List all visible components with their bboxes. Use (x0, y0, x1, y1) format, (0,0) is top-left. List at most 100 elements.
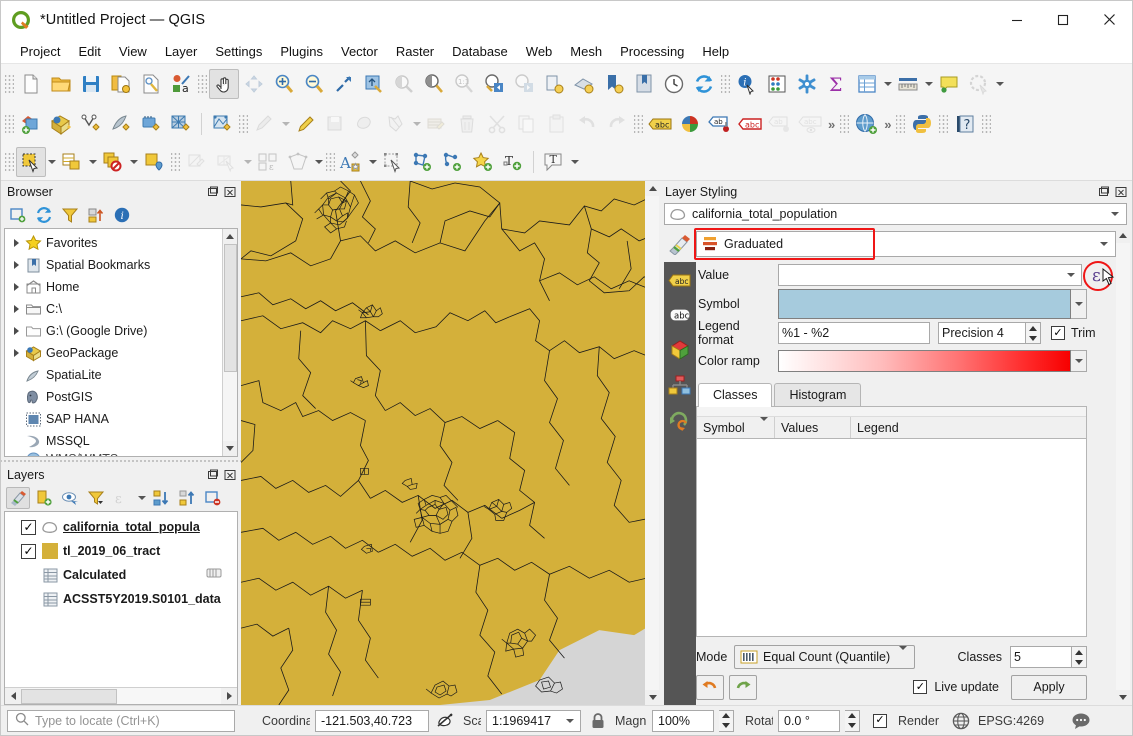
select-features-icon[interactable] (16, 147, 46, 177)
precision-up[interactable] (1026, 323, 1040, 333)
menu-database[interactable]: Database (443, 42, 517, 61)
show-bookmarks-icon[interactable] (599, 69, 629, 99)
layer-visibility-checkbox[interactable]: ✓ (21, 544, 36, 559)
save-layer-edits-icon[interactable] (321, 109, 351, 139)
zoom-in-icon[interactable] (269, 69, 299, 99)
menu-plugins[interactable]: Plugins (271, 42, 332, 61)
layers-tree[interactable]: ✓ california_total_popula ✓ tl_2019_06 (4, 511, 238, 705)
mesh-digitize-icon[interactable] (182, 147, 212, 177)
scroll-track[interactable] (21, 688, 221, 705)
menu-project[interactable]: Project (11, 42, 69, 61)
new-project-icon[interactable] (16, 69, 46, 99)
toolbar-handle-7[interactable] (840, 113, 849, 135)
style-manager-icon[interactable]: a (166, 69, 196, 99)
add-feature-icon[interactable] (351, 109, 381, 139)
expand-arrow-icon[interactable] (9, 327, 23, 335)
deselect-features-icon[interactable] (98, 147, 128, 177)
classes-table-body[interactable] (697, 439, 1086, 636)
browser-item-mssql[interactable]: MSSQL (5, 430, 222, 452)
highlight-labels-icon[interactable]: abc (735, 109, 765, 139)
measure-line-icon[interactable] (893, 69, 923, 99)
options-icon[interactable] (792, 69, 822, 99)
copy-features-icon[interactable] (512, 109, 542, 139)
layers-close-icon[interactable] (223, 468, 237, 482)
scale-combo[interactable]: 1:1969417 (486, 710, 581, 732)
value-field[interactable] (778, 264, 1082, 286)
styling-scroll-up[interactable] (1116, 228, 1130, 243)
redo-button[interactable] (729, 675, 757, 700)
list-item[interactable]: ACSST5Y2019.S0101_data (5, 587, 237, 611)
close-button[interactable] (1086, 1, 1132, 39)
mode-combo[interactable]: Equal Count (Quantile) (734, 645, 915, 669)
minimize-button[interactable] (994, 1, 1040, 39)
layers-float-icon[interactable] (206, 468, 220, 482)
toolbar-handle-5[interactable] (239, 113, 248, 135)
browser-item-home[interactable]: Home (5, 276, 222, 298)
magnifier-down[interactable] (719, 721, 733, 731)
show-pinned-labels-icon[interactable]: ab (705, 109, 735, 139)
zoom-actual-size-icon[interactable]: 1:1 (449, 69, 479, 99)
list-item[interactable]: ✓ tl_2019_06_tract (5, 539, 237, 563)
current-edits-icon[interactable] (250, 109, 280, 139)
select-by-expression-dropdown[interactable] (87, 147, 98, 177)
open-project-icon[interactable] (46, 69, 76, 99)
pan-to-selection-icon[interactable] (239, 69, 269, 99)
classes-up[interactable] (1072, 647, 1086, 657)
add-text-annotation-icon[interactable]: T (498, 147, 528, 177)
redo-icon[interactable] (602, 109, 632, 139)
layer-selector-combo[interactable]: california_total_population (664, 203, 1127, 225)
show-unplaced-labels-icon[interactable]: ab (765, 109, 795, 139)
filter-browser-icon[interactable] (58, 204, 82, 226)
save-project-as-icon[interactable] (106, 69, 136, 99)
menu-view[interactable]: View (110, 42, 156, 61)
scroll-up-arrow[interactable] (223, 229, 238, 244)
python-console-icon[interactable] (907, 109, 937, 139)
label-icon[interactable]: abc (645, 109, 675, 139)
menu-processing[interactable]: Processing (611, 42, 693, 61)
styling-scroll-track[interactable] (1116, 243, 1130, 690)
expand-all-icon[interactable] (149, 487, 173, 509)
delete-selected-icon[interactable] (452, 109, 482, 139)
browser-item-spatialite[interactable]: SpatiaLite (5, 364, 222, 386)
scroll-right-arrow[interactable] (221, 688, 237, 705)
menu-mesh[interactable]: Mesh (561, 42, 611, 61)
diagram-icon[interactable] (675, 109, 705, 139)
manage-visibility-icon[interactable] (58, 487, 82, 509)
toolbar-handle-9[interactable] (939, 113, 948, 135)
column-values[interactable]: Values (775, 417, 851, 438)
collapse-all-icon[interactable] (175, 487, 199, 509)
menu-edit[interactable]: Edit (69, 42, 109, 61)
map-canvas[interactable] (241, 181, 659, 705)
precision-down[interactable] (1026, 333, 1040, 343)
select-features-dropdown[interactable] (46, 147, 57, 177)
menu-help[interactable]: Help (693, 42, 738, 61)
add-polygon-annotation-icon[interactable] (408, 147, 438, 177)
filter-expression-dropdown[interactable] (136, 487, 147, 509)
styling-close-icon[interactable] (1114, 185, 1128, 199)
crs-label[interactable]: EPSG:4269 (978, 714, 1044, 728)
map-tips-dropdown[interactable] (994, 69, 1005, 99)
scroll-left-arrow[interactable] (5, 688, 21, 705)
labels-abc-icon[interactable]: abc (667, 268, 693, 292)
browser-item-c-drive[interactable]: C:\ (5, 298, 222, 320)
layer-visibility-checkbox[interactable]: ✓ (21, 520, 36, 535)
magnifier-stepper[interactable] (719, 710, 734, 732)
add-postgis-icon[interactable] (136, 109, 166, 139)
overflow-chevron[interactable]: » (825, 117, 838, 132)
toolbar-handle-6[interactable] (634, 113, 643, 135)
modify-attributes-icon[interactable] (422, 109, 452, 139)
map-scroll-up[interactable] (645, 181, 659, 196)
remove-layer-icon[interactable] (201, 487, 225, 509)
mesh-edit-dropdown[interactable] (313, 147, 324, 177)
classes-down[interactable] (1072, 657, 1086, 667)
rotation-down[interactable] (845, 721, 859, 731)
symbol-preview-button[interactable] (778, 289, 1071, 319)
magnifier-up[interactable] (719, 711, 733, 721)
undo-icon[interactable] (572, 109, 602, 139)
rotation-stepper[interactable] (845, 710, 860, 732)
toolbar-handle[interactable] (5, 73, 14, 95)
undo-button[interactable] (696, 675, 724, 700)
browser-tree[interactable]: Favorites Spatial Bookmarks (4, 228, 238, 457)
browser-item-geopackage[interactable]: GeoPackage (5, 342, 222, 364)
toolbar-handle-8[interactable] (896, 113, 905, 135)
